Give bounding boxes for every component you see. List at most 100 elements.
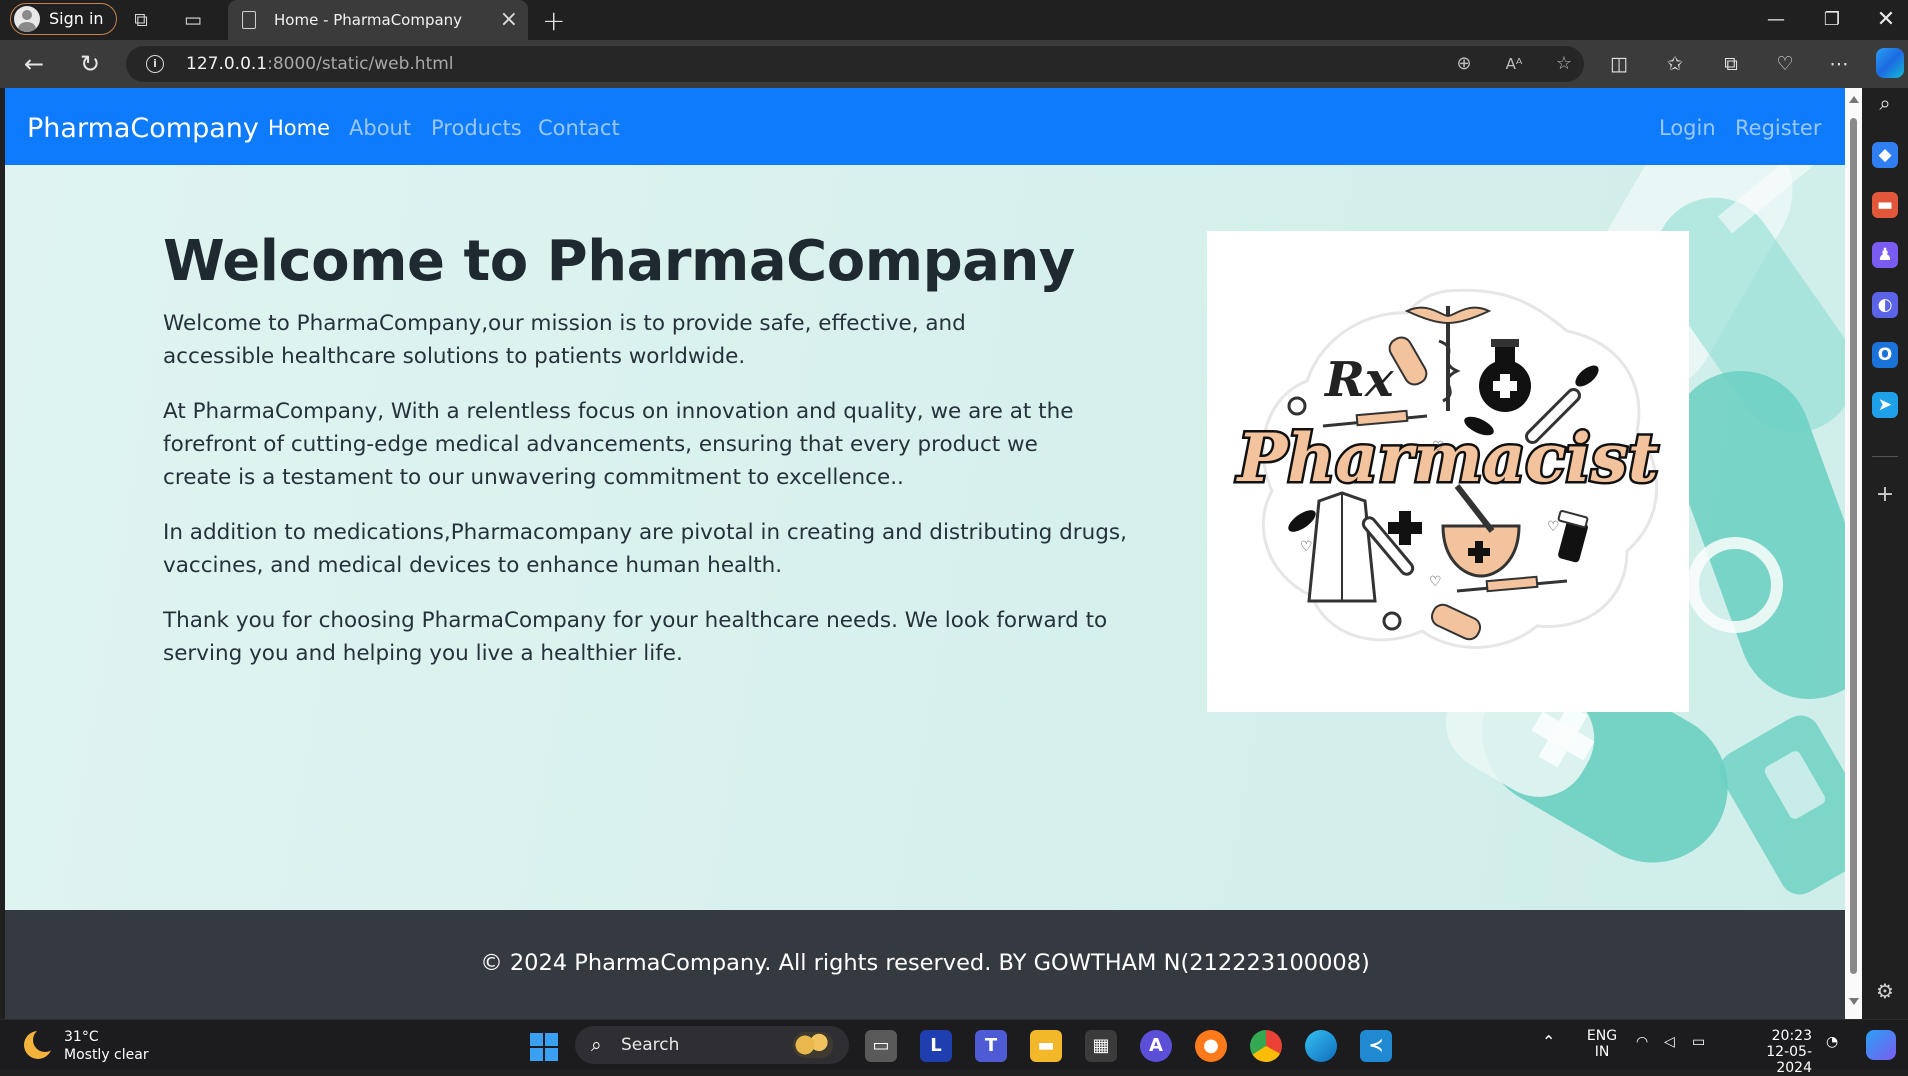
notifications-icon[interactable]: ◔	[1826, 1034, 1838, 1050]
profile-sign-in-label: Sign in	[49, 9, 104, 28]
task-view-icon[interactable]: ▭	[865, 1030, 897, 1062]
rx-symbol: Rx	[1323, 352, 1395, 408]
scrollbar-thumb[interactable]	[1850, 118, 1857, 974]
zoom-icon[interactable]: ⊕	[1452, 53, 1476, 75]
scroll-down-icon[interactable]	[1849, 998, 1859, 1005]
language-code: ENG	[1586, 1028, 1618, 1044]
workspaces-icon[interactable]: ⧉	[130, 9, 152, 31]
nav-home[interactable]: Home	[268, 88, 330, 168]
page-viewport: PharmaCompany Home About Products Contac…	[5, 88, 1845, 1019]
close-window-icon[interactable]: ✕	[1864, 4, 1908, 36]
tab-actions-icon[interactable]: ▭	[182, 9, 204, 31]
read-aloud-icon[interactable]: Aᴬ	[1502, 53, 1526, 75]
start-icon[interactable]	[530, 1033, 558, 1061]
footer-text: © 2024 PharmaCompany. All rights reserve…	[480, 950, 1370, 976]
outlook-icon[interactable]: O	[1872, 342, 1898, 368]
profile-avatar-icon	[14, 6, 40, 32]
pharmacist-word: Pharmacist	[1236, 419, 1659, 497]
hero-paragraph-4: Thank you for choosing PharmaCompany for…	[163, 608, 1108, 666]
minimize-icon[interactable]: —	[1754, 4, 1798, 36]
taskbar-search-icon: ⌕	[591, 1034, 602, 1056]
hero-heading: Welcome to PharmaCompany	[163, 229, 1075, 294]
search-highlight-icon	[793, 1032, 833, 1058]
page-scrollbar[interactable]	[1845, 88, 1862, 1019]
favorites-icon[interactable]: ✩	[1662, 52, 1688, 76]
close-tab-icon[interactable]: ×	[500, 0, 518, 40]
url-path: :8000/static/web.html	[267, 54, 454, 74]
copilot-sidebar-icon[interactable]: ◐	[1872, 292, 1898, 318]
nav-products[interactable]: Products	[431, 88, 522, 168]
new-tab-icon[interactable]: +	[542, 4, 565, 37]
nav-contact[interactable]: Contact	[538, 88, 620, 168]
sidebar-divider	[1872, 456, 1898, 457]
more-icon[interactable]: ⋯	[1826, 52, 1852, 76]
collections-icon[interactable]: ⧉	[1718, 52, 1744, 76]
shopping-icon[interactable]: ◆	[1872, 142, 1898, 168]
address-bar[interactable]: i 127.0.0.1:8000/static/web.html ⊕ Aᴬ ☆	[126, 46, 1584, 82]
url-host: 127.0.0.1	[186, 54, 268, 74]
send-icon[interactable]: ➤	[1872, 392, 1898, 418]
profile-sign-in-button[interactable]: Sign in	[10, 3, 117, 35]
language-indicator[interactable]: ENG IN	[1584, 1028, 1620, 1060]
hero-section: Welcome to PharmaCompany Welcome to Phar…	[5, 165, 1845, 910]
restore-icon[interactable]: ❐	[1810, 4, 1854, 36]
nav-register[interactable]: Register	[1735, 88, 1821, 168]
tab-title: Home - PharmaCompany	[274, 11, 463, 29]
brand-link[interactable]: PharmaCompany	[27, 88, 259, 170]
weather-moon-icon[interactable]	[24, 1028, 57, 1059]
teams-icon[interactable]: T	[975, 1030, 1007, 1062]
hero-paragraph-1: Welcome to PharmaCompany,our mission is …	[163, 311, 966, 369]
site-footer: © 2024 PharmaCompany. All rights reserve…	[5, 910, 1845, 1019]
taskbar-search[interactable]: ⌕ Search	[575, 1026, 849, 1064]
svg-text:♡: ♡	[1300, 539, 1313, 555]
games-icon[interactable]: ♟	[1872, 242, 1898, 268]
file-explorer-icon[interactable]: ▬	[1030, 1030, 1062, 1062]
back-icon[interactable]: ←	[20, 50, 48, 78]
pharmacist-sticker-illustration: Rx Pharmacist ♡ ♡ ♡ ♡	[1233, 288, 1661, 649]
clock-date: 12-05-2024	[1766, 1044, 1812, 1076]
windows-taskbar: 31°C Mostly clear ⌕ Search ▭ L T ▬ ▦ A ●…	[0, 1019, 1908, 1076]
pharmacist-image: Rx Pharmacist ♡ ♡ ♡ ♡	[1207, 231, 1689, 712]
svg-text:♡: ♡	[1547, 519, 1560, 535]
browser-toolbar: ← ↻ i 127.0.0.1:8000/static/web.html ⊕ A…	[0, 40, 1908, 88]
hero-paragraph-3: In addition to medications,Pharmacompany…	[163, 520, 1127, 578]
settings-icon[interactable]: ⚙	[1872, 978, 1898, 1004]
hero-paragraph-2: At PharmaCompany, With a relentless focu…	[163, 399, 1074, 490]
copilot-taskbar-icon[interactable]	[1866, 1030, 1896, 1060]
arc-app-icon[interactable]: A	[1140, 1030, 1172, 1062]
firefox-icon[interactable]: ●	[1195, 1030, 1227, 1062]
site-navbar: PharmaCompany Home About Products Contac…	[5, 88, 1845, 165]
chrome-icon[interactable]	[1250, 1030, 1282, 1062]
search-icon[interactable]: ⌕	[1872, 90, 1898, 116]
site-info-icon[interactable]: i	[146, 55, 164, 73]
split-screen-icon[interactable]: ◫	[1606, 52, 1632, 76]
tools-icon[interactable]: ▬	[1872, 192, 1898, 218]
microsoft-store-icon[interactable]: ▦	[1085, 1030, 1117, 1062]
lens-app-icon[interactable]: L	[920, 1030, 952, 1062]
page-icon	[242, 11, 256, 29]
address-url[interactable]: 127.0.0.1:8000/static/web.html	[186, 46, 454, 82]
svg-text:♡: ♡	[1432, 439, 1445, 455]
volume-icon[interactable]: ◁	[1664, 1034, 1675, 1050]
nav-about[interactable]: About	[349, 88, 411, 168]
language-region: IN	[1594, 1044, 1610, 1060]
scroll-up-icon[interactable]	[1849, 96, 1859, 103]
weather-temperature[interactable]: 31°C	[64, 1029, 99, 1045]
vscode-icon[interactable]: ≺	[1360, 1030, 1392, 1062]
browser-essentials-icon[interactable]: ♡	[1772, 52, 1798, 76]
copilot-icon[interactable]	[1876, 48, 1904, 78]
favorite-icon[interactable]: ☆	[1552, 53, 1576, 75]
browser-sidebar: ⌕ ◆ ▬ ♟ ◐ O ➤ + ⚙	[1862, 88, 1908, 1019]
weather-condition[interactable]: Mostly clear	[64, 1047, 149, 1063]
edge-icon[interactable]	[1305, 1030, 1337, 1062]
svg-text:♡: ♡	[1429, 574, 1442, 590]
nav-login[interactable]: Login	[1659, 88, 1716, 168]
browser-tab-bar: Sign in ⧉ ▭ Home - PharmaCompany × + — ❐…	[0, 0, 1908, 40]
refresh-icon[interactable]: ↻	[76, 50, 104, 78]
battery-icon[interactable]: ▭	[1692, 1034, 1705, 1050]
active-tab[interactable]: Home - PharmaCompany ×	[228, 0, 528, 40]
show-hidden-icons[interactable]: ⌃	[1542, 1032, 1555, 1051]
wifi-icon[interactable]: ◠	[1636, 1034, 1648, 1050]
add-icon[interactable]: +	[1872, 482, 1898, 508]
clock-time: 20:23	[1771, 1028, 1812, 1044]
